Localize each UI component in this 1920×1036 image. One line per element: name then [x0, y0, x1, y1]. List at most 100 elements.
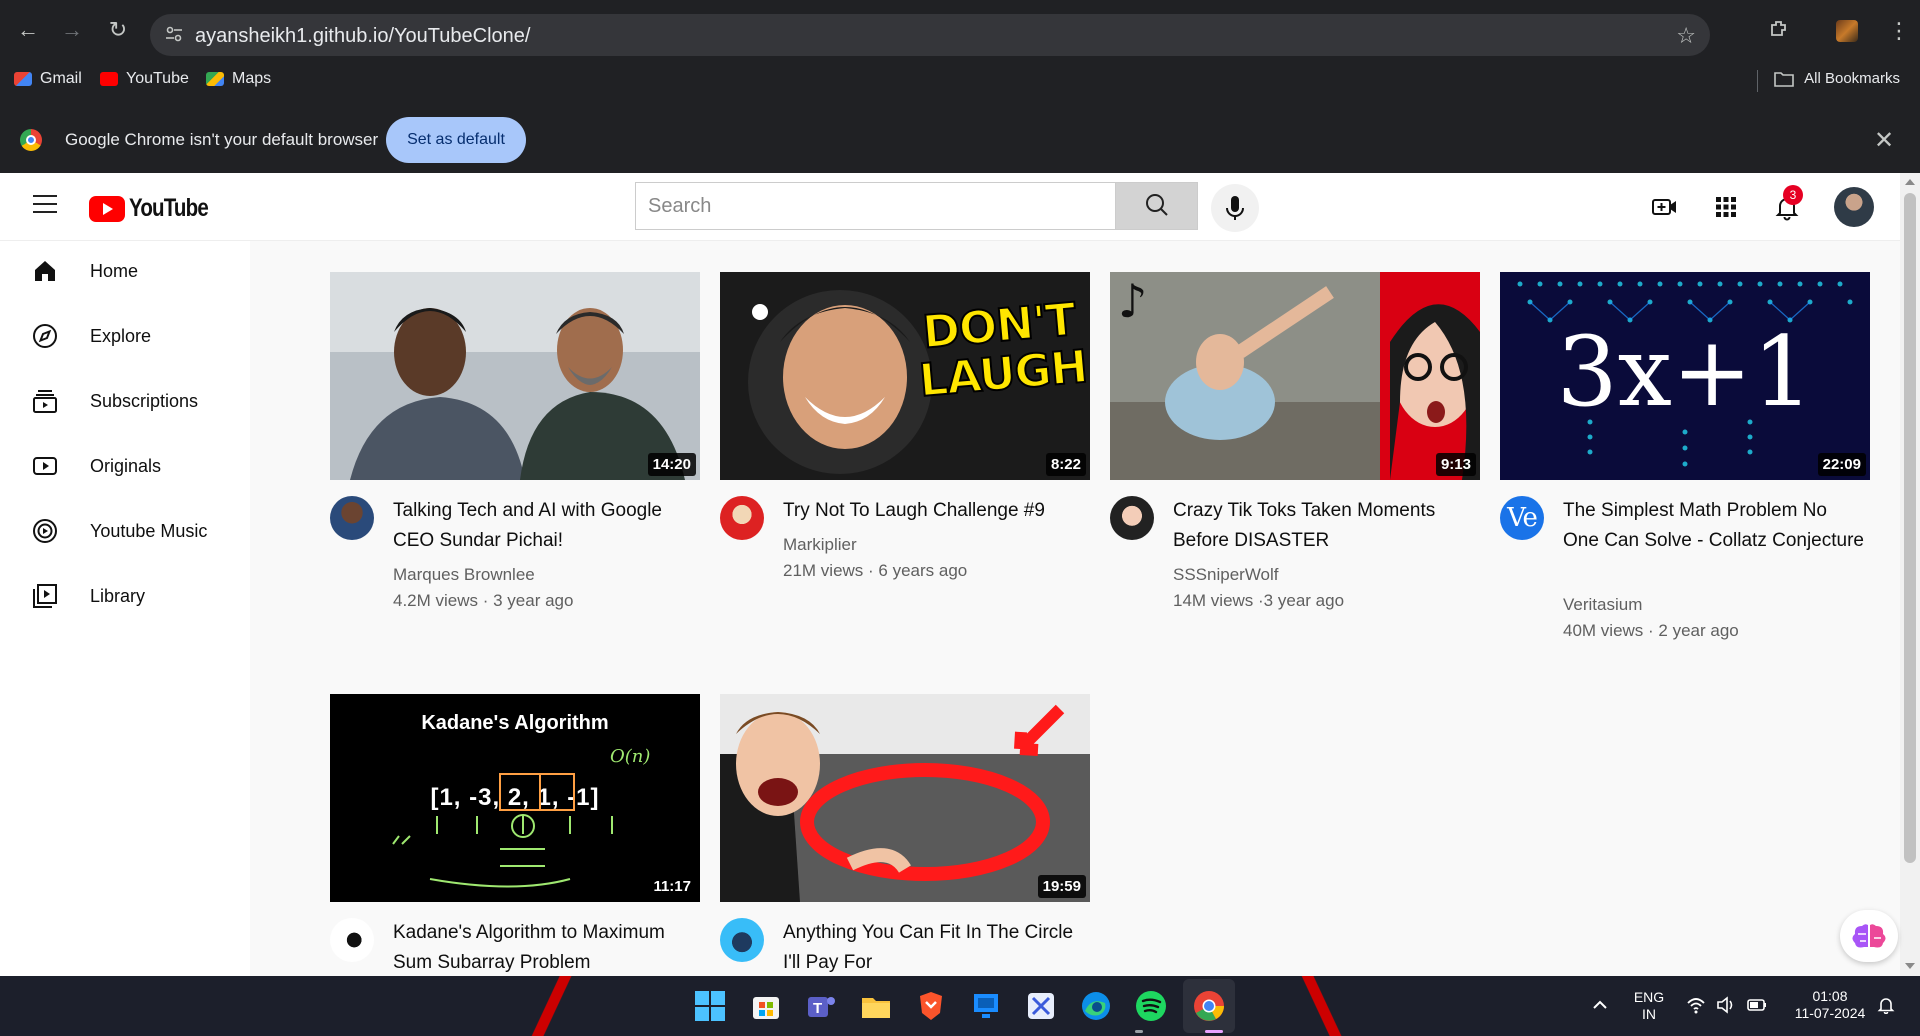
language-code: ENG: [1633, 989, 1665, 1005]
search-input[interactable]: [636, 183, 1115, 229]
video-thumbnail[interactable]: 19:59: [720, 694, 1090, 902]
video-duration: 8:22: [1045, 453, 1086, 476]
maps-icon: [206, 72, 224, 86]
wifi-icon[interactable]: [1686, 996, 1706, 1019]
address-bar[interactable]: ayansheikh1.github.io/YouTubeClone/ ☆: [150, 14, 1710, 56]
clock[interactable]: 01:08 11-07-2024: [1780, 988, 1880, 1022]
spotify-icon[interactable]: [1134, 989, 1168, 1023]
scroll-down-icon[interactable]: [1905, 963, 1915, 969]
address-url[interactable]: ayansheikh1.github.io/YouTubeClone/: [195, 25, 530, 48]
scrollbar-thumb[interactable]: [1904, 193, 1916, 863]
bookmark-youtube[interactable]: YouTube: [100, 70, 189, 88]
voice-search-button[interactable]: [1211, 184, 1259, 232]
video-card[interactable]: Kadane's Algorithm O(n) [1, -3, 2, 1, -1…: [330, 694, 700, 976]
sidebar-item-label: Explore: [90, 325, 152, 346]
video-duration: 9:13: [1435, 453, 1476, 476]
back-icon[interactable]: ←: [16, 18, 40, 42]
store-icon[interactable]: [749, 989, 783, 1023]
channel-avatar[interactable]: [720, 496, 764, 540]
video-title[interactable]: Crazy Tik Toks Taken Moments Before DISA…: [1173, 496, 1478, 556]
video-stats: 21M views · 6 years ago: [783, 561, 968, 580]
reload-icon[interactable]: ↻: [106, 18, 130, 42]
all-bookmarks[interactable]: All Bookmarks: [1774, 70, 1900, 87]
video-card[interactable]: 3x+1 22:09 Ve The Simplest Math Problem …: [1500, 272, 1870, 650]
page-content: YouTube 3 Home: [0, 173, 1900, 976]
sidebar-item-subscriptions[interactable]: Subscriptions: [0, 371, 250, 431]
volume-icon[interactable]: [1716, 996, 1736, 1019]
gmail-icon: [14, 72, 32, 86]
sidebar-item-home[interactable]: Home: [0, 241, 250, 301]
channel-name[interactable]: Markiplier: [783, 535, 857, 555]
channel-avatar[interactable]: Ve: [1500, 496, 1544, 540]
battery-icon[interactable]: [1746, 996, 1768, 1019]
snipping-tool-icon[interactable]: [1024, 989, 1058, 1023]
teams-icon[interactable]: T: [804, 989, 838, 1023]
video-duration: 19:59: [1037, 875, 1086, 898]
search-button[interactable]: [1115, 182, 1198, 230]
channel-avatar[interactable]: [330, 496, 374, 540]
channel-name[interactable]: Veritasium: [1563, 595, 1642, 615]
extensions-icon[interactable]: [1768, 18, 1790, 46]
sidebar-item-youtube-music[interactable]: Youtube Music: [0, 501, 250, 561]
close-icon[interactable]: ✕: [1874, 126, 1894, 155]
chevron-up-icon[interactable]: [1591, 996, 1609, 1019]
channel-avatar[interactable]: [1110, 496, 1154, 540]
bookmark-gmail[interactable]: Gmail: [14, 70, 82, 88]
video-thumbnail[interactable]: DON'T LAUGH 8:22: [720, 272, 1090, 480]
language-indicator[interactable]: ENG IN: [1628, 989, 1670, 1023]
floating-assistant-button[interactable]: [1840, 910, 1898, 962]
svg-text:T: T: [813, 1000, 822, 1017]
channel-avatar[interactable]: [720, 918, 764, 962]
video-meta: Kadane's Algorithm to Maximum Sum Subarr…: [330, 902, 700, 976]
sidebar-item-library[interactable]: Library: [0, 566, 250, 626]
file-explorer-icon[interactable]: [859, 989, 893, 1023]
sidebar-item-explore[interactable]: Explore: [0, 306, 250, 366]
video-stats: 4.2M views · 3 year ago: [393, 591, 574, 610]
channel-name[interactable]: Marques Brownlee: [393, 565, 535, 585]
video-title[interactable]: Kadane's Algorithm to Maximum Sum Subarr…: [393, 918, 698, 976]
video-card[interactable]: 19:59 Anything You Can Fit In The Circle…: [720, 694, 1090, 976]
infobar-message: Google Chrome isn't your default browser: [65, 130, 379, 149]
navigation-bar: ← → ↻ ayansheikh1.github.io/YouTubeClone…: [0, 0, 1920, 60]
start-icon[interactable]: [693, 989, 727, 1023]
menu-dots-icon[interactable]: ⋮: [1888, 18, 1910, 44]
scroll-up-icon[interactable]: [1905, 179, 1915, 185]
video-thumbnail[interactable]: ♪ 9:13: [1110, 272, 1480, 480]
bookmark-label: Maps: [232, 70, 272, 87]
video-meta: Try Not To Laugh Challenge #9 Markiplier…: [720, 480, 1090, 650]
video-card[interactable]: DON'T LAUGH 8:22 Try Not To Laugh Challe…: [720, 272, 1090, 650]
video-title[interactable]: Try Not To Laugh Challenge #9: [783, 496, 1088, 526]
edge-icon[interactable]: [1079, 989, 1113, 1023]
chrome-icon[interactable]: [1192, 989, 1226, 1023]
page-scrollbar[interactable]: [1900, 173, 1920, 976]
notification-bell-icon[interactable]: [1877, 996, 1895, 1019]
video-title[interactable]: The Simplest Math Problem No One Can Sol…: [1563, 496, 1868, 556]
bookmark-maps[interactable]: Maps: [206, 70, 271, 88]
set-default-button[interactable]: Set as default: [386, 117, 526, 163]
site-info-icon[interactable]: [164, 24, 184, 44]
video-title[interactable]: Talking Tech and AI with Google CEO Sund…: [393, 496, 698, 556]
sidebar-item-label: Subscriptions: [90, 390, 199, 411]
channel-name[interactable]: SSSniperWolf: [1173, 565, 1279, 585]
video-thumbnail[interactable]: 3x+1 22:09: [1500, 272, 1870, 480]
remote-desktop-icon[interactable]: [969, 989, 1003, 1023]
sidebar-item-originals[interactable]: Originals: [0, 436, 250, 496]
user-avatar[interactable]: [1834, 187, 1874, 227]
bookmarks-separator: [1757, 70, 1758, 92]
youtube-logo[interactable]: YouTube: [89, 194, 225, 223]
video-thumbnail[interactable]: 14:20: [330, 272, 700, 480]
video-title[interactable]: Anything You Can Fit In The Circle I'll …: [783, 918, 1088, 976]
brave-icon[interactable]: [914, 989, 948, 1023]
bookmark-star-icon[interactable]: ☆: [1676, 23, 1696, 49]
hamburger-menu-icon[interactable]: [33, 195, 57, 213]
subscriptions-icon: [33, 390, 57, 413]
channel-avatar[interactable]: [330, 918, 374, 962]
video-card[interactable]: 14:20 Talking Tech and AI with Google CE…: [330, 272, 700, 650]
forward-icon[interactable]: →: [60, 18, 84, 42]
video-thumbnail[interactable]: Kadane's Algorithm O(n) [1, -3, 2, 1, -1…: [330, 694, 700, 902]
video-card[interactable]: ♪ 9:13 Crazy Tik Toks Taken Moments Befo…: [1110, 272, 1480, 650]
apps-grid-icon[interactable]: [1712, 193, 1740, 221]
create-video-icon[interactable]: [1651, 193, 1679, 221]
profile-icon[interactable]: [1836, 20, 1858, 42]
sidebar-item-label: Originals: [90, 455, 162, 476]
